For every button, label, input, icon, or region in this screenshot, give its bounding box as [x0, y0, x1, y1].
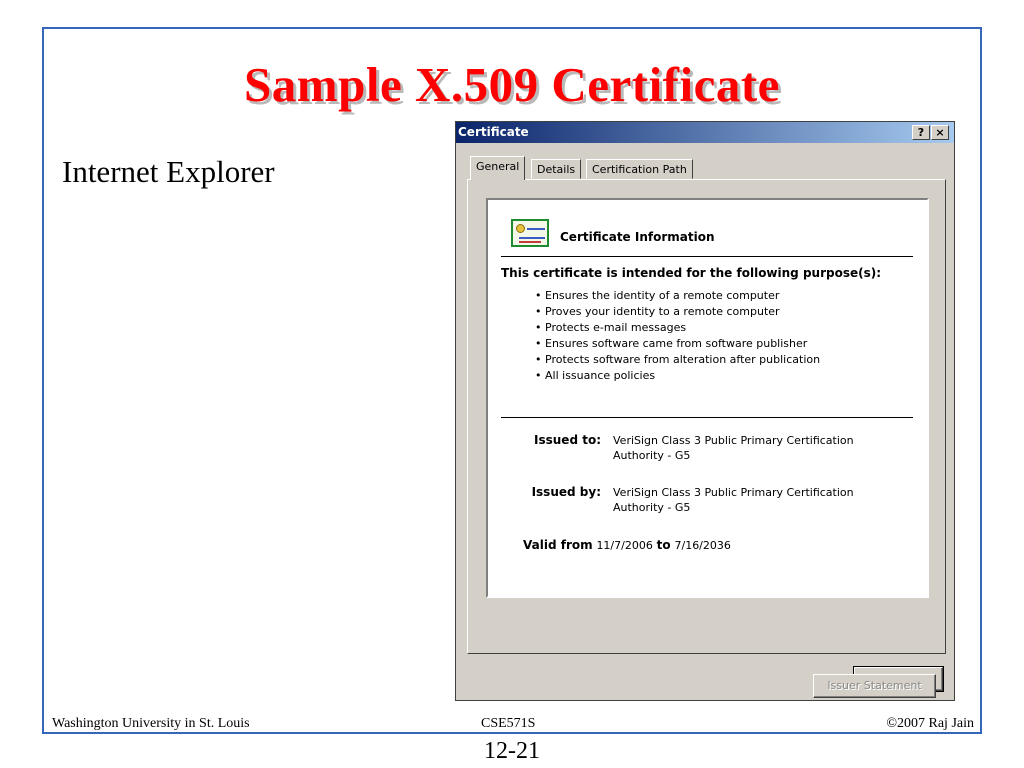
- list-item: Protects software from alteration after …: [535, 352, 820, 368]
- issued-to-value: VeriSign Class 3 Public Primary Certific…: [613, 434, 854, 462]
- valid-from-label: Valid from: [523, 538, 593, 552]
- list-item: All issuance policies: [535, 368, 820, 384]
- purpose-list: Ensures the identity of a remote compute…: [535, 288, 820, 384]
- footer-course: CSE571S: [481, 716, 536, 731]
- issued-by-value: VeriSign Class 3 Public Primary Certific…: [613, 486, 854, 514]
- close-button[interactable]: ×: [931, 125, 949, 140]
- certificate-info-panel: Certificate Information This certificate…: [486, 198, 929, 598]
- purpose-heading: This certificate is intended for the fol…: [501, 266, 882, 280]
- issued-by-label: Issued by:: [531, 485, 601, 499]
- page-number: 12-21: [484, 738, 540, 764]
- separator: [501, 256, 913, 257]
- list-item: Ensures software came from software publ…: [535, 336, 820, 352]
- valid-from-value: 11/7/2006: [596, 539, 653, 552]
- tab-details[interactable]: Details: [531, 159, 582, 179]
- footer-copyright: ©2007 Raj Jain: [886, 716, 974, 731]
- tab-general[interactable]: General: [470, 156, 526, 180]
- issuer-statement-button[interactable]: Issuer Statement: [813, 674, 936, 698]
- valid-to-value: 7/16/2036: [674, 539, 731, 552]
- list-item: Protects e-mail messages: [535, 320, 820, 336]
- tab-certification-path[interactable]: Certification Path: [586, 159, 693, 179]
- list-item: Ensures the identity of a remote compute…: [535, 288, 820, 304]
- slide-title: Sample X.509 Certificate: [244, 57, 780, 112]
- dialog-titlebar[interactable]: Certificate ? ×: [456, 122, 954, 143]
- certificate-icon: [511, 219, 549, 247]
- slide-subtitle: Internet Explorer: [62, 154, 275, 189]
- help-button[interactable]: ?: [912, 125, 930, 140]
- separator: [501, 417, 913, 418]
- certificate-info-heading: Certificate Information: [560, 230, 715, 244]
- footer-institution: Washington University in St. Louis: [52, 716, 250, 731]
- issued-to-label: Issued to:: [534, 433, 601, 447]
- validity-row: Valid from 11/7/2006 to 7/16/2036: [523, 538, 731, 552]
- valid-to-label: to: [656, 538, 671, 552]
- list-item: Proves your identity to a remote compute…: [535, 304, 820, 320]
- certificate-dialog: Certificate ? × General Details Certific…: [455, 121, 955, 701]
- general-tab-panel: Certificate Information This certificate…: [467, 179, 946, 698]
- dialog-title: Certificate: [458, 125, 529, 139]
